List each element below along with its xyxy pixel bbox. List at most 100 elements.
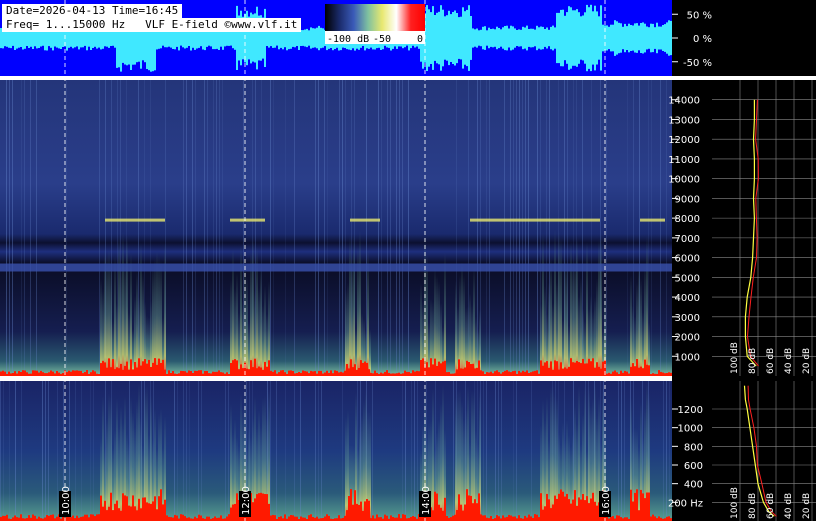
spectrogram-streak (3, 381, 4, 521)
spectrogram-floor (48, 372, 50, 376)
spectrogram-floor (332, 373, 334, 376)
waveform-sample (188, 30, 190, 46)
spectrogram-floor (190, 371, 192, 376)
spectrogram-floor (626, 371, 628, 376)
spectrogram-floor (648, 492, 650, 521)
waveform-sample (554, 27, 556, 49)
spectrogram-floor (632, 363, 634, 376)
spectrogram-floor (102, 506, 104, 521)
spectrogram-burst (230, 279, 232, 376)
waveform-sample (610, 24, 612, 52)
spectrogram-floor (414, 371, 416, 376)
spectrogram-floor (0, 516, 2, 521)
spectrogram-streak (66, 80, 67, 376)
spectrogram-floor (38, 516, 40, 521)
spectrogram-burst (426, 253, 428, 376)
waveform-sample (658, 26, 660, 50)
spectrogram-floor (514, 516, 516, 521)
spectrogram-floor (380, 372, 382, 376)
spectrogram-floor (12, 373, 14, 376)
spectrogram-streak (183, 80, 184, 376)
spectrogram-floor (636, 359, 638, 376)
spectrogram-floor (112, 359, 114, 376)
spectrogram-floor (276, 373, 278, 376)
spectrogram-burst (136, 271, 138, 376)
spectrogram-burst (558, 230, 560, 376)
spectrogram-floor (584, 363, 586, 376)
spectrogram-floor (436, 366, 438, 376)
spectrogram-floor (534, 370, 536, 376)
spectrogram-floor (462, 510, 464, 521)
spectrogram-floor (322, 373, 324, 376)
spectrogram-floor (46, 515, 48, 521)
spectrogram-floor (200, 515, 202, 521)
spectrogram-streak (381, 80, 382, 376)
waveform-sample (514, 28, 516, 48)
spectrogram-floor (538, 517, 540, 521)
spectrogram-floor (140, 508, 142, 521)
spectrogram-streak (537, 80, 538, 376)
spectrogram-floor (360, 501, 362, 521)
waveform-sample (540, 26, 542, 50)
spectrogram-floor (600, 368, 602, 376)
header-frequency: Freq= 1...15000 Hz VLF E-field ©www.vlf.… (2, 18, 302, 32)
waveform-sample (572, 10, 574, 66)
spectrogram-floor (138, 358, 140, 376)
spectrogram-floor (280, 516, 282, 521)
spectrogram-streak (225, 381, 226, 521)
spectrogram-floor (458, 359, 460, 376)
spectrogram-floor (162, 359, 164, 376)
spectrogram-streak (270, 381, 271, 521)
spectrogram-burst (588, 386, 590, 521)
spectrogram-burst (140, 242, 142, 376)
spectrogram-floor (222, 372, 224, 376)
waveform-sample (444, 16, 446, 60)
spectrogram-floor (234, 359, 236, 376)
spectrogram-floor (570, 358, 572, 376)
spectrogram-burst (116, 303, 118, 376)
spectrogram-floor (180, 370, 182, 376)
spectrogram-burst (440, 403, 442, 521)
separator-middle (0, 376, 672, 381)
waveform-sample (584, 12, 586, 64)
spectrogram-burst (351, 255, 353, 376)
spectrogram-floor (14, 371, 16, 376)
spectrogram-floor (98, 374, 100, 376)
spectrogram-floor (670, 372, 672, 376)
spectrogram-floor (250, 360, 252, 376)
spectrogram-streak (516, 381, 517, 521)
spectrogram-floor (474, 499, 476, 521)
spectrogram-floor (328, 372, 330, 376)
spectrogram-floor (462, 368, 464, 376)
spectrogram-burst (574, 256, 576, 376)
spectrogram-floor (20, 372, 22, 376)
spectrogram-floor (508, 514, 510, 521)
waveform-sample (432, 6, 434, 70)
spectrogram-floor (576, 361, 578, 376)
spectrogram-floor (146, 363, 148, 376)
spectrogram-floor (262, 369, 264, 376)
spectrogram-floor (66, 372, 68, 376)
waveform-sample (480, 29, 482, 47)
spectrogram-streak (522, 80, 523, 376)
spectrogram-streak (183, 381, 184, 521)
spectrogram-floor (640, 366, 642, 376)
waveform-sample (34, 29, 36, 47)
spectrogram-burst (120, 265, 122, 376)
spectrogram-streak (627, 80, 628, 376)
spectrogram-floor (160, 363, 162, 376)
spectrogram-floor (418, 371, 420, 376)
spectrogram-floor (318, 370, 320, 376)
waveform-sample (662, 25, 664, 51)
spectrogram-floor (460, 368, 462, 376)
spectrogram-floor (158, 358, 160, 376)
waveform-sample (26, 30, 28, 46)
spectrogram-floor (258, 493, 260, 521)
spectrogram-streak (216, 80, 217, 376)
spectrogram-floor (72, 515, 74, 521)
spectrogram-floor (262, 493, 264, 521)
separator-top (0, 76, 816, 80)
spectrogram-floor (284, 514, 286, 521)
spectrogram-floor (470, 364, 472, 376)
spectrogram-floor (336, 370, 338, 376)
